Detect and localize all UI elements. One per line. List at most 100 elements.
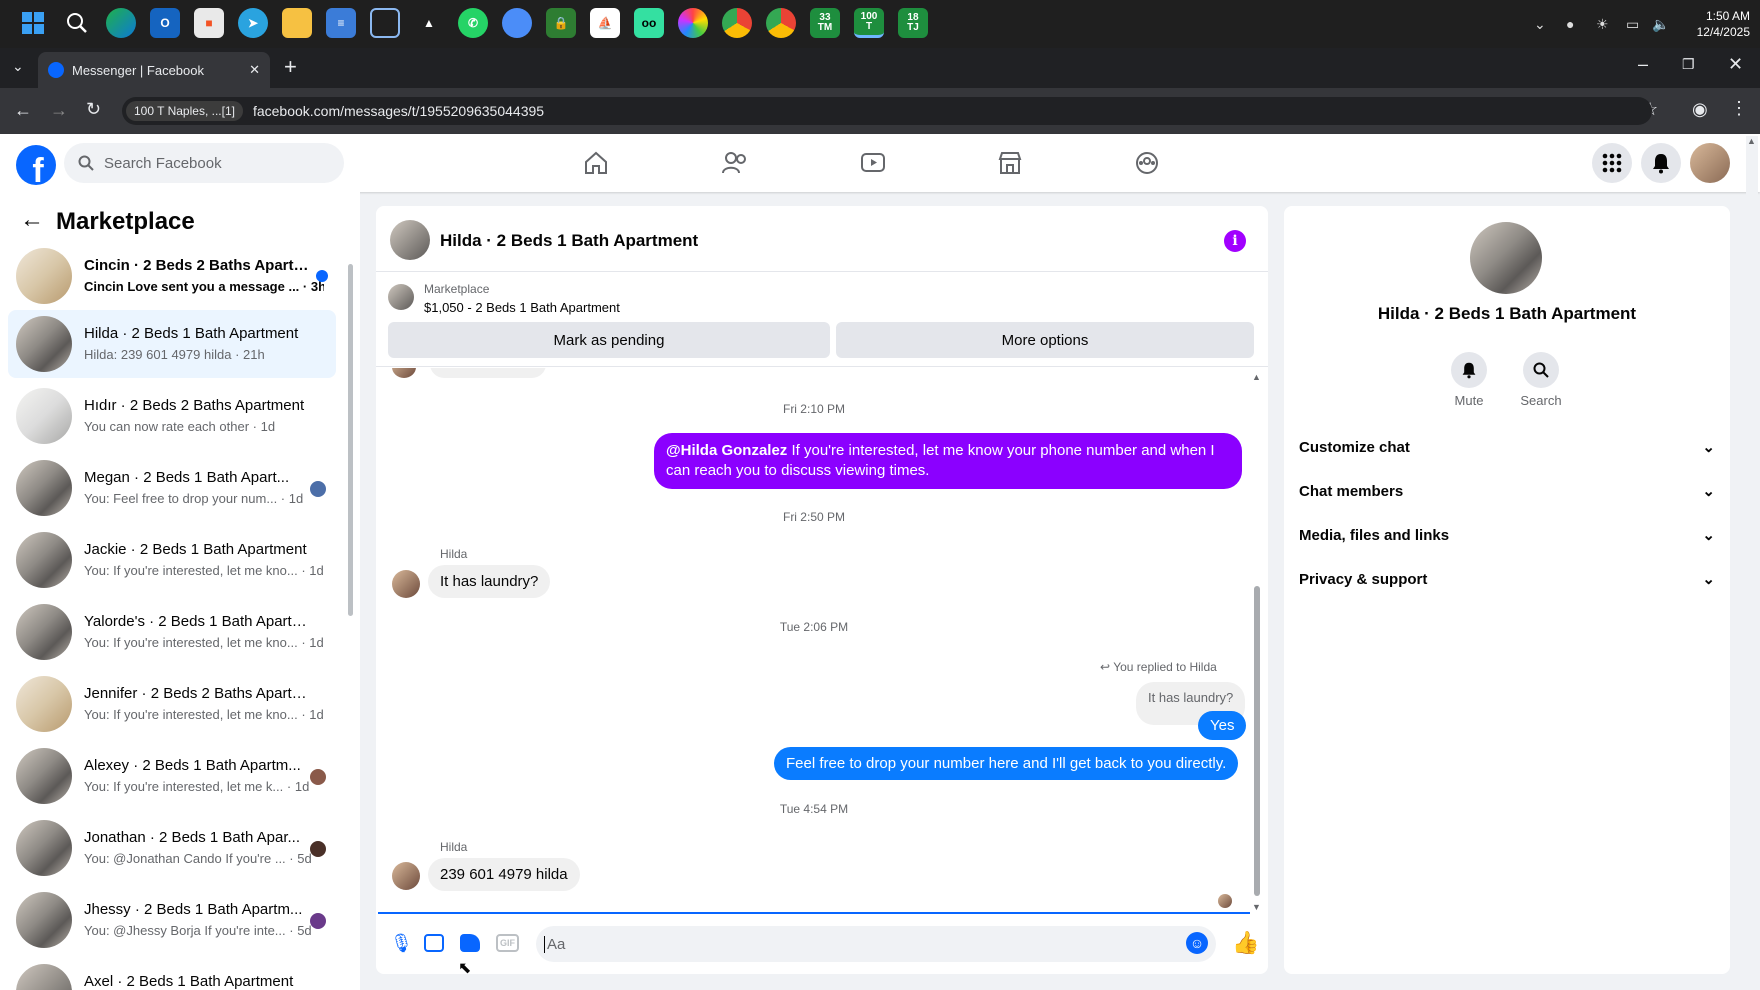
close-window-icon[interactable]: ✕ (1728, 54, 1743, 75)
new-tab-icon[interactable]: + (284, 54, 297, 80)
incoming-message[interactable]: 239 601 4979 hilda (428, 858, 580, 891)
thumbs-up-icon[interactable]: 👍 (1232, 930, 1259, 956)
gif-button[interactable]: GIF (496, 934, 519, 952)
chrome-blue-icon[interactable] (502, 8, 532, 38)
green-18-tj-icon[interactable]: 18 TJ (898, 8, 928, 38)
file-explorer-icon[interactable] (282, 8, 312, 38)
windows-start-icon[interactable] (18, 8, 48, 38)
sender-avatar[interactable] (392, 862, 420, 890)
profile-avatar[interactable] (1690, 143, 1730, 183)
site-chip[interactable]: 100 T Naples, ...[1] (126, 101, 243, 121)
notifications-bell-icon[interactable] (1641, 143, 1681, 183)
chrome-red-icon[interactable] (722, 8, 752, 38)
sailboat-icon[interactable]: ⛵ (590, 8, 620, 38)
omnibox[interactable]: 100 T Naples, ...[1] facebook.com/messag… (122, 97, 1652, 125)
outlook-icon[interactable]: O (150, 8, 180, 38)
chevron-up-icon[interactable]: ⌄ (1534, 16, 1546, 33)
more-options-button[interactable]: More options (836, 322, 1254, 358)
list-scrollbar[interactable] (346, 240, 354, 982)
minimize-icon[interactable]: – (1638, 54, 1648, 75)
back-icon[interactable]: ← (14, 100, 32, 121)
mention[interactable]: @Hilda Gonzalez (666, 442, 787, 459)
tripadvisor-icon[interactable]: oo (634, 8, 664, 38)
back-arrow-icon[interactable]: ← (20, 206, 44, 234)
facebook-search-input[interactable]: Search Facebook (64, 143, 344, 183)
brightness-icon[interactable]: ☀ (1596, 16, 1609, 33)
mute-button[interactable] (1451, 352, 1487, 388)
chat-title[interactable]: Hilda · 2 Beds 1 Bath Apartment (440, 231, 698, 251)
conversation-item[interactable]: Megan · 2 Beds 1 Bath Apart... You: Feel… (8, 454, 336, 522)
home-nav-icon[interactable] (576, 148, 616, 178)
edge-icon[interactable] (106, 8, 136, 38)
chat-scrollbar[interactable]: ▲ ▼ (1252, 372, 1262, 912)
conversation-preview: Hilda: 239 601 4979 hilda (84, 347, 232, 362)
search-icon[interactable] (62, 8, 92, 38)
outgoing-message[interactable]: Yes (1198, 711, 1247, 740)
message-input[interactable]: Aa ☺ (536, 926, 1216, 962)
outgoing-message[interactable]: Feel free to drop your number here and I… (774, 747, 1239, 780)
chat-members-section[interactable]: Chat members ⌄ (1299, 482, 1715, 501)
media-files-links-section[interactable]: Media, files and links ⌄ (1299, 526, 1715, 545)
ms-store-icon[interactable]: ■ (194, 8, 224, 38)
scroll-down-icon[interactable]: ▼ (1252, 902, 1261, 912)
inkscape-icon[interactable]: ▲ (414, 8, 444, 38)
restore-icon[interactable]: ❐ (1682, 56, 1695, 73)
tab-messenger[interactable]: Messenger | Facebook ✕ (38, 52, 270, 88)
profile-icon[interactable]: ◉ (1692, 99, 1708, 120)
forward-icon[interactable]: → (50, 100, 68, 121)
info-icon[interactable]: i (1224, 230, 1246, 252)
whatsapp-icon[interactable]: ✆ (458, 8, 488, 38)
chrome-a-icon[interactable] (766, 8, 796, 38)
watch-nav-icon[interactable] (853, 148, 893, 178)
snipping-icon[interactable] (370, 8, 400, 38)
vpn-lock-icon[interactable]: 🔒 (546, 8, 576, 38)
conversation-item-active[interactable]: Hilda · 2 Beds 1 Bath Apartment Hilda: 2… (8, 310, 336, 378)
facebook-logo-icon[interactable]: f (16, 145, 56, 185)
scrollbar-thumb[interactable] (348, 264, 353, 616)
clock[interactable]: 1:50 AM 12/4/2025 (1680, 8, 1750, 40)
sender-avatar[interactable] (392, 570, 420, 598)
color-app-icon[interactable] (678, 8, 708, 38)
menu-grid-icon[interactable] (1592, 143, 1632, 183)
menu-kebab-icon[interactable]: ⋮ (1730, 98, 1748, 119)
search-conversation-button[interactable] (1523, 352, 1559, 388)
reload-icon[interactable]: ↻ (86, 99, 101, 120)
conversation-item[interactable]: Jennifer · 2 Beds 2 Baths Apartm... You:… (8, 670, 336, 738)
green-33-tm-icon[interactable]: 33 TM (810, 8, 840, 38)
customize-chat-section[interactable]: Customize chat ⌄ (1299, 438, 1715, 457)
scrollbar-thumb[interactable] (1254, 586, 1260, 896)
conversation-item[interactable]: Jonathan · 2 Beds 1 Bath Apar... You: @J… (8, 814, 336, 882)
tab-search-icon[interactable]: ⌄ (12, 58, 24, 75)
emoji-icon[interactable]: ☺ (1186, 932, 1208, 954)
microphone-icon[interactable]: 🎙 (390, 933, 413, 954)
volume-icon[interactable]: 🔈 (1652, 16, 1669, 33)
photo-icon[interactable] (424, 934, 444, 952)
notepad-icon[interactable]: ≡ (326, 8, 356, 38)
conversation-item[interactable]: Hıdır · 2 Beds 2 Baths Apartment You can… (8, 382, 336, 450)
display-icon[interactable]: ▭ (1626, 16, 1639, 33)
marketplace-nav-icon[interactable] (990, 148, 1030, 178)
conversation-item[interactable]: Alexey · 2 Beds 1 Bath Apartm... You: If… (8, 742, 336, 810)
listing-detail[interactable]: $1,050 - 2 Beds 1 Bath Apartment (424, 300, 620, 315)
conversation-item[interactable]: Cincin · 2 Beds 2 Baths Apartm... Cincin… (8, 242, 336, 310)
scroll-up-icon[interactable]: ▲ (1747, 136, 1756, 146)
page-scrollbar[interactable]: ▲ (1746, 136, 1758, 990)
incoming-message[interactable]: It has laundry? (428, 565, 551, 598)
shield-icon[interactable]: ● (1566, 16, 1574, 32)
conversation-item[interactable]: Yalorde's · 2 Beds 1 Bath Apartm... You:… (8, 598, 336, 666)
conversation-item[interactable]: Axel · 2 Beds 1 Bath Apartment (8, 958, 336, 990)
mark-pending-button[interactable]: Mark as pending (388, 322, 830, 358)
privacy-support-section[interactable]: Privacy & support ⌄ (1299, 570, 1715, 589)
green-100-t-icon[interactable]: 100 T (854, 8, 884, 38)
conversation-item[interactable]: Jhessy · 2 Beds 1 Bath Apartm... You: @J… (8, 886, 336, 954)
close-tab-icon[interactable]: ✕ (249, 62, 260, 78)
outgoing-message[interactable]: @Hilda Gonzalez If you're interested, le… (654, 433, 1242, 489)
friends-nav-icon[interactable] (715, 148, 755, 178)
scroll-up-icon[interactable]: ▲ (1252, 372, 1261, 382)
conversation-item[interactable]: Jackie · 2 Beds 1 Bath Apartment You: If… (8, 526, 336, 594)
chat-avatar[interactable] (390, 220, 430, 260)
telegram-icon[interactable]: ➤ (238, 8, 268, 38)
sticker-icon[interactable] (460, 934, 480, 952)
details-avatar[interactable] (1470, 222, 1542, 294)
groups-nav-icon[interactable] (1127, 148, 1167, 178)
